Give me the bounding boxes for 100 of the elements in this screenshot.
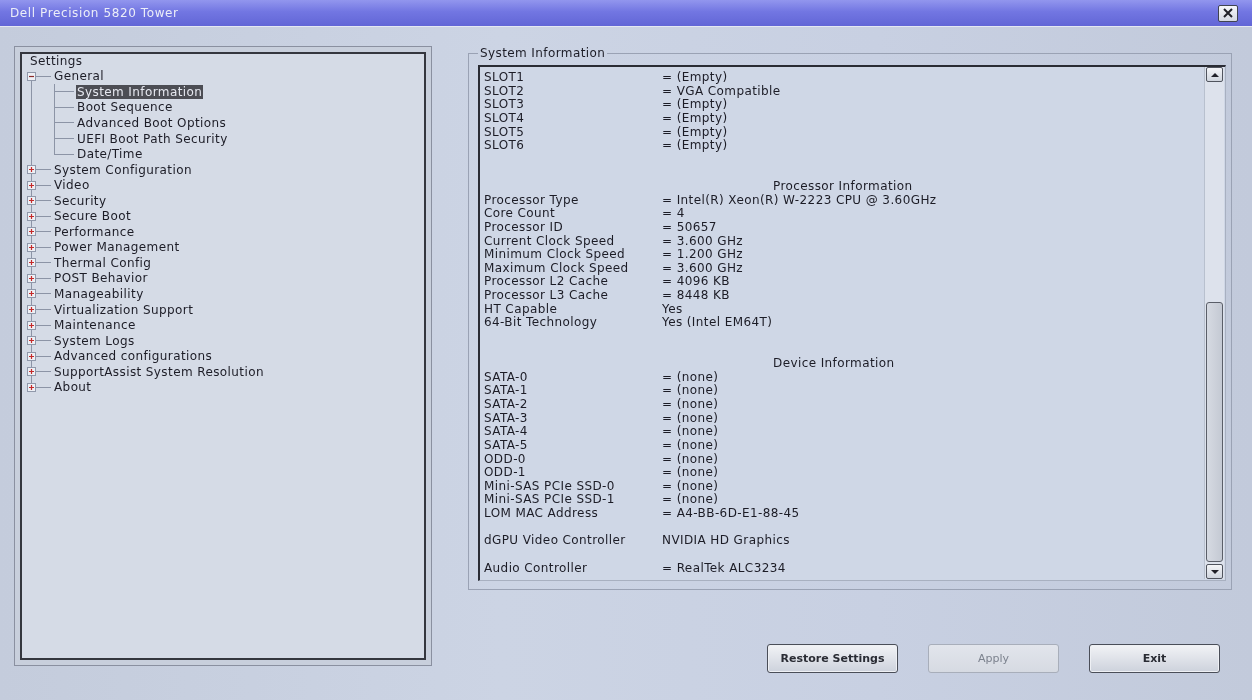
- plus-icon[interactable]: [27, 289, 36, 299]
- tree-item[interactable]: System Information: [76, 84, 204, 99]
- info-label: Processor Type: [484, 193, 579, 208]
- info-label: Processor L3 Cache: [484, 289, 609, 303]
- plus-icon[interactable]: [27, 320, 36, 330]
- tree-item[interactable]: Maintenance: [53, 318, 137, 333]
- scroll-down-button[interactable]: [1206, 564, 1223, 579]
- info-label: Mini-SAS PCIe SSD-1: [484, 493, 615, 507]
- tree-item[interactable]: Secure Boot: [53, 209, 133, 224]
- info-label: 64-Bit Technology: [484, 316, 598, 330]
- scroll-up-button[interactable]: [1206, 67, 1223, 82]
- info-value: = (none): [662, 411, 719, 425]
- info-value: = (Empty): [662, 125, 728, 139]
- info-value: = 3.600 GHz: [662, 234, 744, 249]
- section-heading: Device Information: [773, 356, 895, 371]
- info-value: = (none): [662, 466, 719, 480]
- info-value: = 4096 KB: [662, 275, 730, 290]
- info-value: = Intel(R) Xeon(R) W-2223 CPU @ 3.60GHz: [662, 193, 937, 208]
- tree-item[interactable]: Thermal Config: [53, 255, 153, 270]
- tree-item[interactable]: General: [53, 69, 106, 84]
- info-value: = (none): [662, 370, 719, 384]
- tree-item[interactable]: Advanced configurations: [53, 349, 214, 364]
- info-value: = 8448 KB: [662, 289, 730, 303]
- info-value: = (none): [662, 452, 719, 466]
- info-label: Current Clock Speed: [484, 234, 615, 249]
- tree-item[interactable]: Virtualization Support: [53, 302, 195, 317]
- plus-icon[interactable]: [27, 336, 36, 346]
- tree-item[interactable]: Advanced Boot Options: [76, 115, 228, 130]
- plus-icon[interactable]: [27, 227, 36, 237]
- tree-item[interactable]: Manageability: [53, 286, 145, 301]
- info-label: Processor ID: [484, 220, 564, 235]
- info-label: SLOT6: [484, 139, 525, 153]
- close-icon: [1223, 8, 1233, 18]
- plus-icon[interactable]: [27, 242, 36, 252]
- info-label: Core Count: [484, 207, 556, 221]
- info-value: = A4-BB-6D-E1-88-45: [662, 507, 800, 521]
- plus-icon[interactable]: [27, 258, 36, 268]
- info-label: SLOT4: [484, 111, 525, 126]
- info-value: = (none): [662, 438, 719, 453]
- tree-item[interactable]: Video: [53, 178, 91, 193]
- tree-item[interactable]: Performance: [53, 224, 136, 239]
- info-value: Yes: [662, 302, 683, 317]
- minus-icon[interactable]: [27, 71, 36, 81]
- tree-item[interactable]: System Configuration: [53, 162, 193, 177]
- info-label: SATA-3: [484, 411, 528, 426]
- info-label: Audio Controller: [484, 561, 588, 576]
- info-label: SLOT5: [484, 125, 525, 140]
- info-label: SATA-5: [484, 438, 528, 453]
- info-value: = 1.200 GHz: [662, 248, 744, 262]
- scroll-thumb[interactable]: [1206, 302, 1223, 562]
- scrollbar[interactable]: [1204, 67, 1224, 579]
- info-label: SATA-0: [484, 370, 528, 385]
- info-value: = 4: [662, 207, 685, 221]
- info-value: Yes (Intel EM64T): [662, 316, 773, 330]
- plus-icon[interactable]: [27, 367, 36, 377]
- info-value: = 50657: [662, 220, 717, 235]
- info-label: Minimum Clock Speed: [484, 248, 626, 262]
- tree-item[interactable]: Security: [53, 193, 108, 208]
- section-heading: Processor Information: [773, 179, 913, 193]
- info-value: = VGA Compatible: [662, 84, 781, 99]
- info-value: = (Empty): [662, 71, 728, 85]
- plus-icon[interactable]: [27, 351, 36, 361]
- info-label: LOM MAC Address: [484, 507, 599, 521]
- tree-root-label: Settings: [30, 53, 83, 68]
- tree-item[interactable]: Date/Time: [76, 147, 144, 162]
- info-value: = (none): [662, 425, 719, 439]
- plus-icon[interactable]: [27, 211, 36, 221]
- info-value: = (none): [662, 493, 719, 508]
- info-label: ODD-1: [484, 466, 526, 480]
- tree-item[interactable]: UEFI Boot Path Security: [76, 131, 229, 146]
- info-value: = (Empty): [662, 98, 728, 112]
- action-button[interactable]: Restore Settings: [767, 644, 898, 673]
- info-value: = (Empty): [662, 111, 728, 126]
- plus-icon[interactable]: [27, 180, 36, 190]
- tree-item[interactable]: Boot Sequence: [76, 100, 174, 115]
- plus-icon[interactable]: [27, 273, 36, 283]
- tree-item[interactable]: POST Behavior: [53, 271, 149, 286]
- plus-icon[interactable]: [27, 382, 36, 392]
- plus-icon[interactable]: [27, 165, 36, 175]
- info-label: SATA-1: [484, 384, 528, 399]
- info-value: = RealTek ALC3234: [662, 561, 786, 576]
- tree-item[interactable]: Power Management: [53, 240, 181, 255]
- tree-item[interactable]: About: [53, 380, 93, 395]
- info-label: SLOT1: [484, 71, 525, 85]
- action-button[interactable]: Exit: [1089, 644, 1220, 673]
- close-button[interactable]: [1218, 4, 1238, 22]
- info-label: SATA-4: [484, 425, 528, 439]
- info-value: = 3.600 GHz: [662, 261, 744, 276]
- tree-item[interactable]: SupportAssist System Resolution: [53, 364, 265, 379]
- group-title: System Information: [479, 47, 607, 60]
- tree-item[interactable]: System Logs: [53, 333, 136, 348]
- info-value: = (none): [662, 479, 719, 493]
- plus-icon[interactable]: [27, 305, 36, 314]
- plus-icon[interactable]: [27, 196, 36, 206]
- window-title: Dell Precision 5820 Tower: [10, 5, 179, 21]
- info-value: = (none): [662, 398, 719, 412]
- info-label: dGPU Video Controller: [484, 534, 626, 548]
- info-value: = (none): [662, 384, 719, 398]
- info-label: SATA-2: [484, 398, 528, 412]
- info-label: Processor L2 Cache: [484, 275, 609, 289]
